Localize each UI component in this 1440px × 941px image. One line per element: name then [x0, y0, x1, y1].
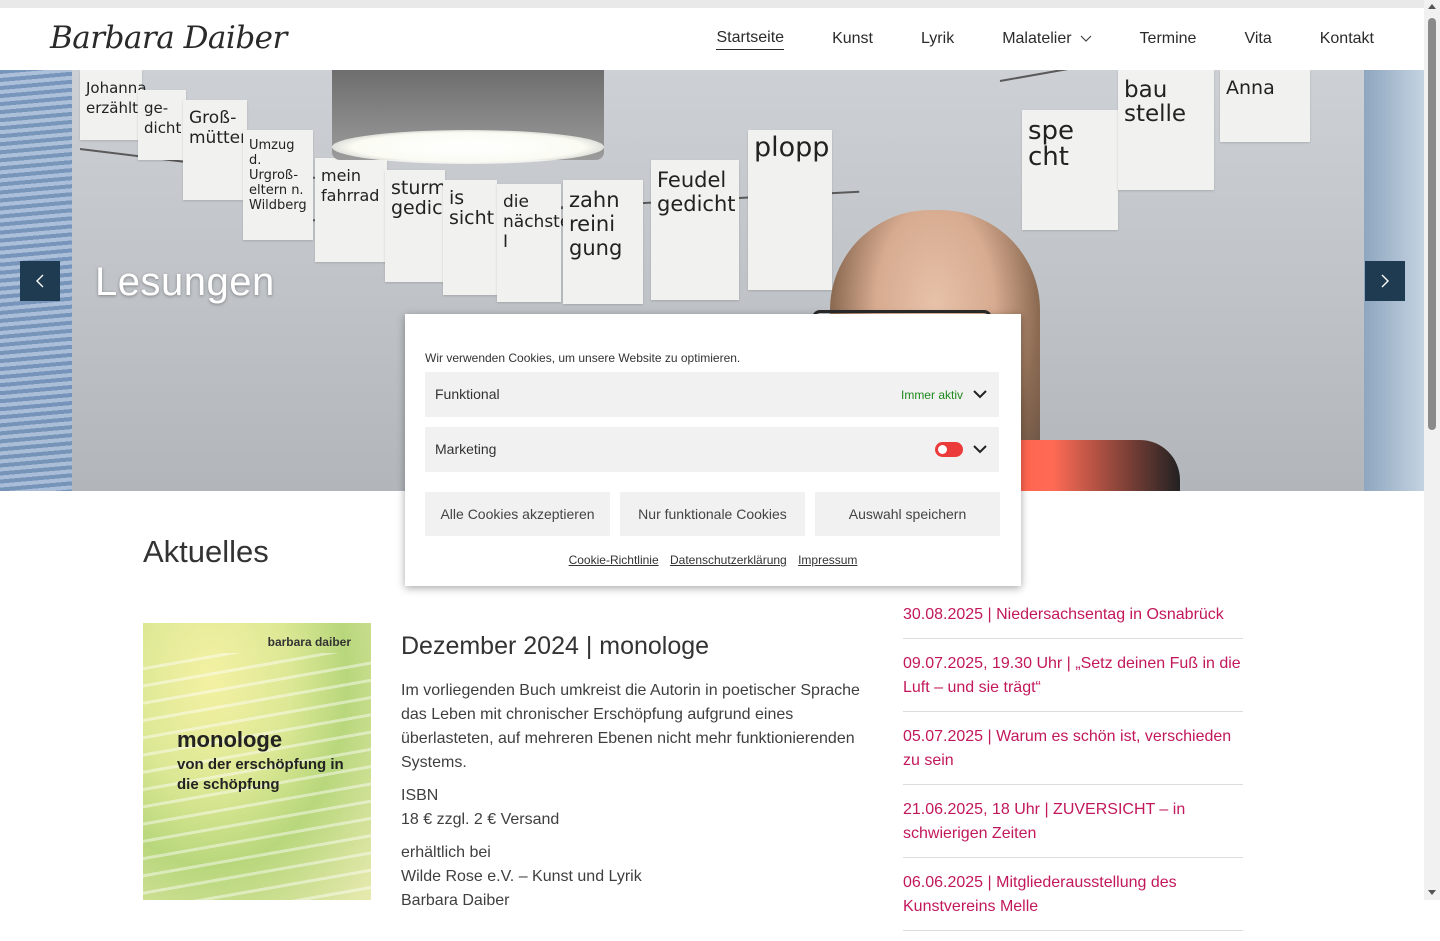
nav-label: Kontakt: [1319, 30, 1374, 47]
section-heading: Aktuelles: [143, 534, 269, 569]
event-list: 30.08.2025 | Niedersachsentag in Osnabrü…: [903, 600, 1243, 941]
nav-item-kunst[interactable]: Kunst: [832, 30, 873, 48]
site-logo[interactable]: Barbara Daiber: [50, 20, 287, 56]
post-price-block: ISBN 18 € zzgl. 2 € Versand: [401, 784, 861, 832]
scrollbar-thumb[interactable]: [1428, 18, 1436, 430]
imprint-link[interactable]: Impressum: [798, 553, 857, 567]
page-scrollbar[interactable]: [1424, 0, 1440, 900]
cookie-consent-dialog: Wir verwenden Cookies, um unsere Website…: [405, 314, 1021, 586]
scroll-up-arrow-icon[interactable]: [1428, 4, 1436, 9]
hanging-paper: mein fahrrad: [315, 158, 387, 262]
chevron-right-icon: [1381, 274, 1389, 288]
nav-label: Kunst: [832, 30, 873, 47]
hanging-paper: Johanna erzählt: [80, 70, 147, 140]
hanging-paper: spe cht: [1022, 110, 1118, 230]
event-link[interactable]: 09.07.2025, 19.30 Uhr | „Setz deinen Fuß…: [903, 649, 1243, 712]
hanging-paper: bau stelle: [1118, 70, 1214, 190]
site-header: Barbara Daiber Startseite Kunst Lyrik Ma…: [0, 8, 1424, 70]
post-available-label: erhältlich bei: [401, 844, 491, 861]
toggle-knob: [938, 445, 947, 454]
scroll-down-arrow-icon[interactable]: [1428, 890, 1436, 895]
nav-label: Malatelier: [1002, 30, 1072, 47]
post-paragraph: Im vorliegenden Buch umkreist die Autori…: [401, 682, 860, 771]
hanging-paper: ge-dicht: [138, 90, 186, 160]
functional-cookies-only-button[interactable]: Nur funktionale Cookies: [620, 492, 805, 536]
hanging-paper: is sicht: [443, 180, 497, 295]
hanging-paper: Anna: [1220, 70, 1310, 142]
hero-lamp-glow: [332, 130, 604, 164]
nav-label: Startseite: [716, 29, 785, 50]
cookie-category-label: Funktional: [435, 386, 500, 402]
hanging-paper: zahn reini gung: [563, 180, 643, 304]
chevron-down-icon[interactable]: [973, 444, 987, 454]
nav-item-lyrik[interactable]: Lyrik: [921, 30, 954, 48]
hanging-paper: Feudel gedicht: [651, 160, 739, 300]
book-subtitle: von der erschöpfung in die schöpfung: [177, 756, 344, 793]
hero-title: Lesungen: [95, 260, 275, 304]
hanging-paper: Umzug d. Urgroß-eltern n. Wildberg: [243, 130, 313, 240]
hanging-paper: sturm gedicht: [385, 170, 462, 282]
book-author: barbara daiber: [267, 635, 351, 649]
chevron-left-icon: [36, 274, 44, 288]
cookie-category-marketing[interactable]: Marketing: [425, 427, 999, 472]
event-link[interactable]: 05.07.2025 | Warum es schön ist, verschi…: [903, 722, 1243, 785]
hanging-paper: Groß-mütter: [183, 100, 247, 200]
cookie-intro-text: Wir verwenden Cookies, um unsere Website…: [425, 351, 741, 365]
post-body: Im vorliegenden Buch umkreist die Autori…: [401, 679, 861, 922]
book-cover-image[interactable]: barbara daiber monologe von der erschöpf…: [143, 623, 371, 900]
cookie-links: Cookie-Richtlinie Datenschutzerklärung I…: [405, 553, 1021, 567]
nav-label: Termine: [1139, 30, 1197, 47]
event-link[interactable]: 21.06.2025, 18 Uhr | ZUVERSICHT – in sch…: [903, 795, 1243, 858]
post-seller: Barbara Daiber: [401, 892, 510, 909]
event-link[interactable]: 30.08.2025 | Niedersachsentag in Osnabrü…: [903, 600, 1243, 639]
cookie-always-active-label: Immer aktiv: [900, 388, 963, 402]
post-price: 18 € zzgl. 2 € Versand: [401, 811, 560, 828]
save-selection-button[interactable]: Auswahl speichern: [815, 492, 1000, 536]
post-isbn: ISBN: [401, 787, 439, 804]
post-availability-block: erhältlich bei Wilde Rose e.V. – Kunst u…: [401, 841, 861, 913]
book-title: monologe: [177, 727, 283, 752]
accept-all-cookies-button[interactable]: Alle Cookies akzeptieren: [425, 492, 610, 536]
nav-label: Vita: [1244, 30, 1272, 47]
cookie-policy-link[interactable]: Cookie-Richtlinie: [569, 553, 659, 567]
marketing-toggle[interactable]: [935, 442, 963, 457]
post-title[interactable]: Dezember 2024 | monologe: [401, 632, 709, 661]
main-nav: Startseite Kunst Lyrik Malatelier Termin…: [668, 8, 1374, 70]
chevron-down-icon[interactable]: [973, 389, 987, 399]
chevron-down-icon: [1080, 35, 1091, 42]
slider-next-button[interactable]: [1365, 261, 1405, 301]
post-seller: Wilde Rose e.V. – Kunst und Lyrik: [401, 868, 642, 885]
slider-prev-button[interactable]: [20, 261, 60, 301]
hanging-paper: die nächste I: [497, 184, 570, 302]
nav-label: Lyrik: [921, 30, 955, 47]
cookie-category-label: Marketing: [435, 441, 497, 457]
nav-item-kontakt[interactable]: Kontakt: [1320, 30, 1374, 48]
top-strip: [0, 0, 1424, 8]
hanging-paper: plopp: [748, 130, 832, 290]
nav-item-startseite[interactable]: Startseite: [716, 29, 785, 50]
privacy-policy-link[interactable]: Datenschutzerklärung: [670, 553, 787, 567]
nav-item-malatelier[interactable]: Malatelier: [1002, 30, 1091, 48]
nav-item-vita[interactable]: Vita: [1244, 30, 1271, 48]
cookie-category-functional[interactable]: Funktional Immer aktiv: [425, 372, 999, 417]
nav-item-termine[interactable]: Termine: [1140, 30, 1197, 48]
